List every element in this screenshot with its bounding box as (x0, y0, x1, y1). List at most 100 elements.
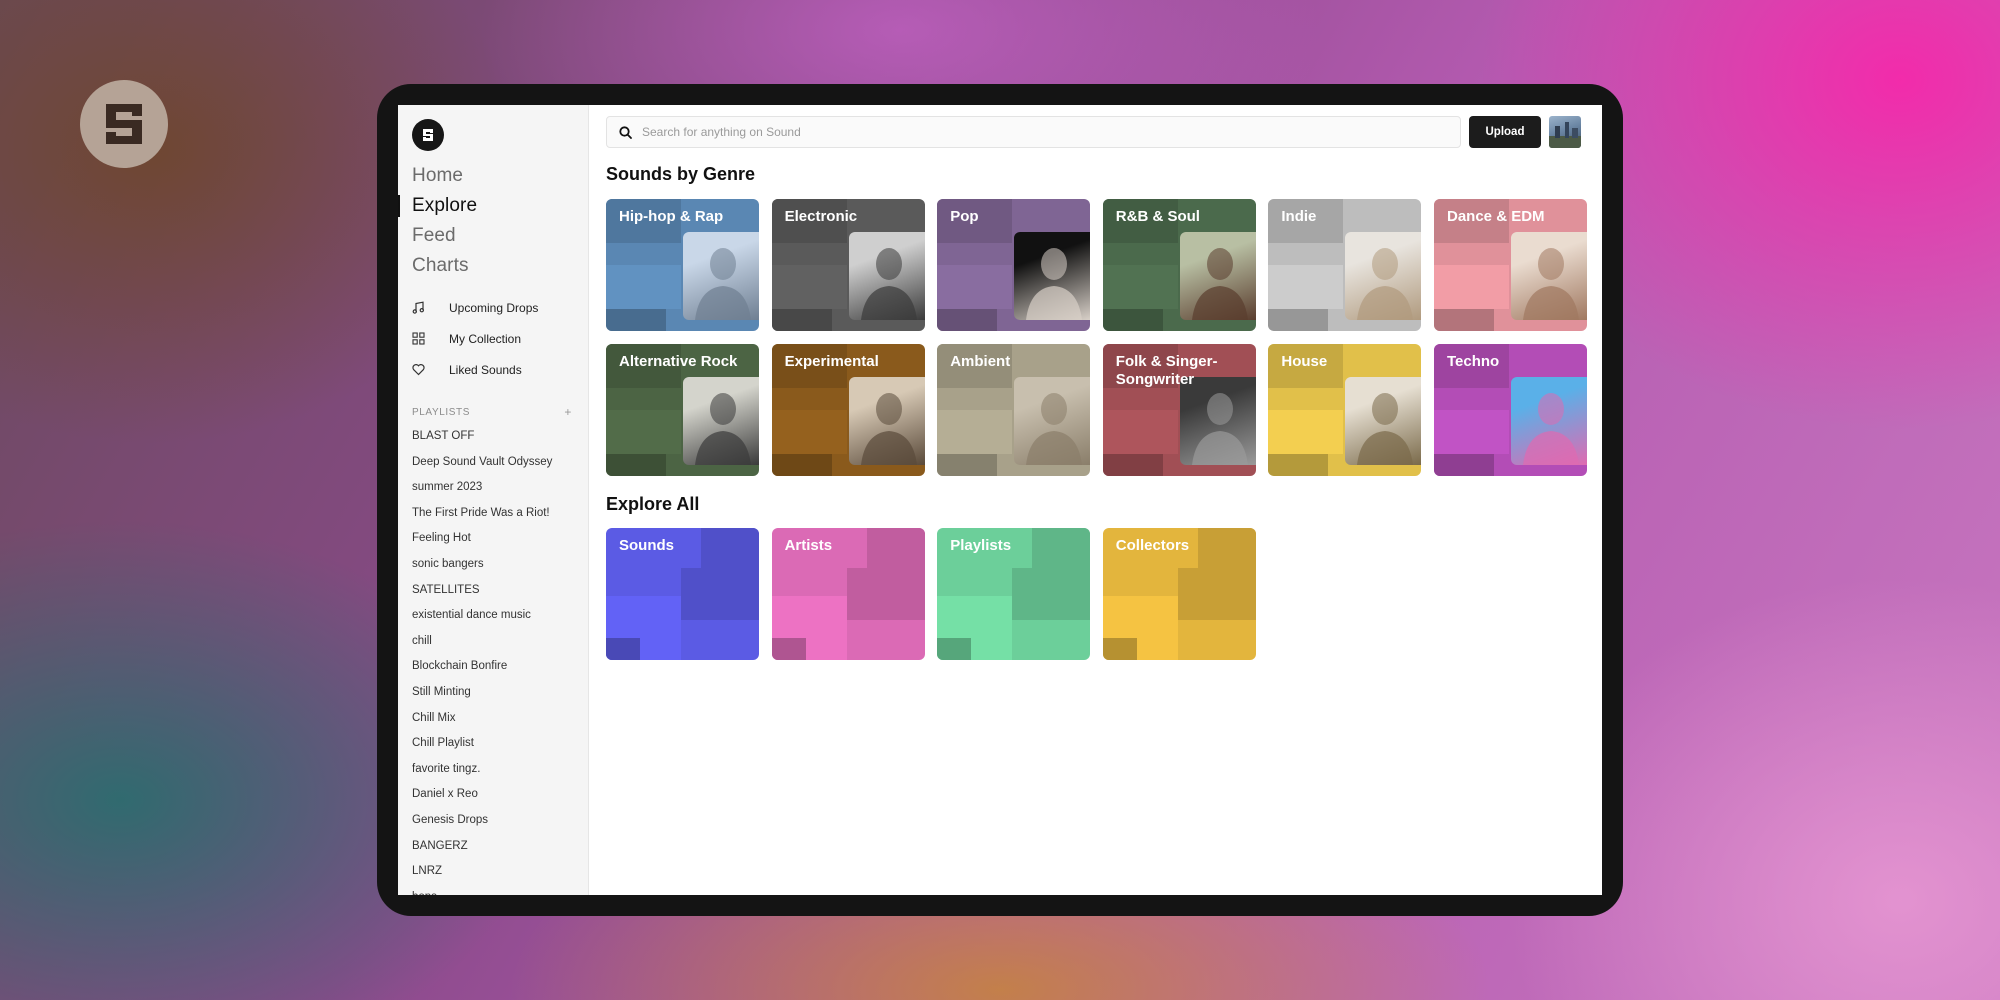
playlist-item[interactable]: Blockchain Bonfire (412, 654, 582, 680)
search-bar[interactable] (606, 116, 1461, 148)
artist-photo (848, 232, 925, 320)
playlist-item[interactable]: bops (412, 885, 582, 895)
playlist-item[interactable]: SATELLITES (412, 578, 582, 604)
heart-icon (412, 363, 437, 376)
playlists-header: PLAYLISTS + (412, 405, 572, 419)
card-pattern-block (1268, 309, 1329, 331)
playlist-list: BLAST OFF Deep Sound Vault Odyssey summer … (412, 424, 582, 895)
playlist-item[interactable]: Deep Sound Vault Odyssey (412, 450, 582, 476)
card-artists[interactable]: Artists (771, 528, 925, 660)
artist-photo (1511, 232, 1587, 320)
nav-label: Liked Sounds (449, 362, 522, 377)
playlist-item[interactable]: chill (412, 629, 582, 655)
card-label: Electronic (784, 208, 858, 225)
playlist-item[interactable]: BLAST OFF (412, 424, 582, 450)
nav-liked-sounds[interactable]: Liked Sounds (412, 354, 538, 385)
explore-section-title: Explore All (606, 494, 700, 514)
nav-label: My Collection (449, 331, 522, 346)
card-pattern-block (606, 265, 681, 309)
artist-photo (683, 232, 759, 320)
card-pattern-block (1268, 453, 1329, 476)
card-label: Sounds (619, 537, 674, 554)
card-hip-hop-and-rap[interactable]: Hip-hop & Rap (606, 199, 759, 331)
card-pattern-block (1268, 265, 1344, 309)
card-pattern-block (771, 409, 847, 454)
music-note-icon (412, 301, 437, 314)
card-pattern-block (1434, 265, 1509, 309)
card-pattern-block (1102, 453, 1163, 476)
card-pattern-block (937, 265, 1013, 309)
card-pattern-block (606, 409, 681, 454)
card-ambient[interactable]: Ambient (937, 343, 1091, 476)
card-dance-and-edm[interactable]: Dance & EDM (1434, 199, 1587, 331)
card-pattern-block (937, 309, 998, 331)
card-alternative-rock[interactable]: Alternative Rock (606, 343, 759, 476)
card-label: Playlists (950, 537, 1012, 554)
card-pattern-block (771, 265, 847, 309)
artist-photo (1179, 232, 1256, 320)
artist-photo (1345, 376, 1422, 465)
nav-upcoming-drops[interactable]: Upcoming Drops (412, 292, 538, 323)
artist-photo (1345, 232, 1422, 320)
card-techno[interactable]: Techno (1434, 343, 1587, 476)
playlist-item[interactable]: Daniel x Reo (412, 782, 582, 808)
playlist-item[interactable]: Chill Playlist (412, 731, 582, 757)
card-pattern-block (606, 453, 666, 476)
nav-my-collection[interactable]: My Collection (412, 323, 538, 354)
card-folk-and-singer-songwriter[interactable]: Folk & Singer-Songwriter (1102, 343, 1256, 476)
card-pattern-block (1434, 453, 1494, 476)
playlist-item[interactable]: Genesis Drops (412, 808, 582, 834)
card-label: Pop (950, 208, 979, 225)
card-pattern-block (1102, 309, 1163, 331)
card-pattern-block (1434, 309, 1494, 331)
nav-label: Upcoming Drops (449, 300, 539, 315)
playlist-item[interactable]: Feeling Hot (412, 526, 582, 552)
card-label: Collectors (1115, 537, 1190, 554)
card-label: Dance & EDM (1447, 208, 1545, 225)
genres-section-title: Sounds by Genre (606, 164, 756, 184)
card-collectors[interactable]: Collectors (1102, 528, 1256, 660)
card-electronic[interactable]: Electronic (771, 199, 925, 331)
upload-button[interactable]: Upload (1469, 116, 1541, 148)
main-content: Upload Sounds by Genre Hip-hop & Rap Elec… (589, 105, 1602, 895)
card-house[interactable]: House (1268, 343, 1422, 476)
card-pattern-block (1434, 409, 1509, 454)
nav-feed[interactable]: Feed (412, 221, 477, 251)
search-input[interactable] (642, 125, 1422, 139)
active-nav-indicator (398, 195, 400, 217)
nav-charts[interactable]: Charts (412, 251, 477, 281)
artist-photo (1179, 376, 1256, 465)
playlist-item[interactable]: The First Pride Was a Riot! (412, 501, 582, 527)
card-pattern-block (937, 453, 998, 476)
nav-home[interactable]: Home (412, 161, 477, 191)
playlist-item[interactable]: favorite tingz. (412, 757, 582, 783)
card-randb-and-soul[interactable]: R&B & Soul (1102, 199, 1256, 331)
playlist-item[interactable]: Still Minting (412, 680, 582, 706)
add-playlist-button[interactable]: + (564, 405, 572, 419)
card-playlists[interactable]: Playlists (937, 528, 1091, 660)
card-pattern-block (606, 638, 640, 660)
device-frame: Home Explore Feed Charts Upcoming Drops My C… (377, 84, 1623, 916)
card-label: Alternative Rock (619, 352, 738, 370)
card-pattern-block (1102, 265, 1178, 309)
playlist-item[interactable]: sonic bangers (412, 552, 582, 578)
artist-photo (1014, 376, 1091, 465)
user-avatar[interactable] (1549, 116, 1581, 148)
card-indie[interactable]: Indie (1268, 199, 1422, 331)
card-pattern-block (1012, 568, 1091, 620)
playlist-item[interactable]: BANGERZ (412, 834, 582, 860)
sound-logo-icon[interactable] (412, 119, 444, 151)
card-label: Hip-hop & Rap (619, 208, 724, 225)
playlist-item[interactable]: Chill Mix (412, 706, 582, 732)
playlist-item[interactable]: LNRZ (412, 859, 582, 885)
card-pattern-block (681, 568, 759, 620)
card-pop[interactable]: Pop (937, 199, 1091, 331)
card-pattern-block (1177, 568, 1256, 620)
card-experimental[interactable]: Experimental (771, 343, 925, 476)
card-pattern-block (606, 309, 666, 331)
card-label: Artists (784, 537, 833, 554)
nav-explore[interactable]: Explore (412, 191, 477, 221)
card-sounds[interactable]: Sounds (606, 528, 759, 660)
playlist-item[interactable]: existential dance music (412, 603, 582, 629)
playlist-item[interactable]: summer 2023 (412, 475, 582, 501)
